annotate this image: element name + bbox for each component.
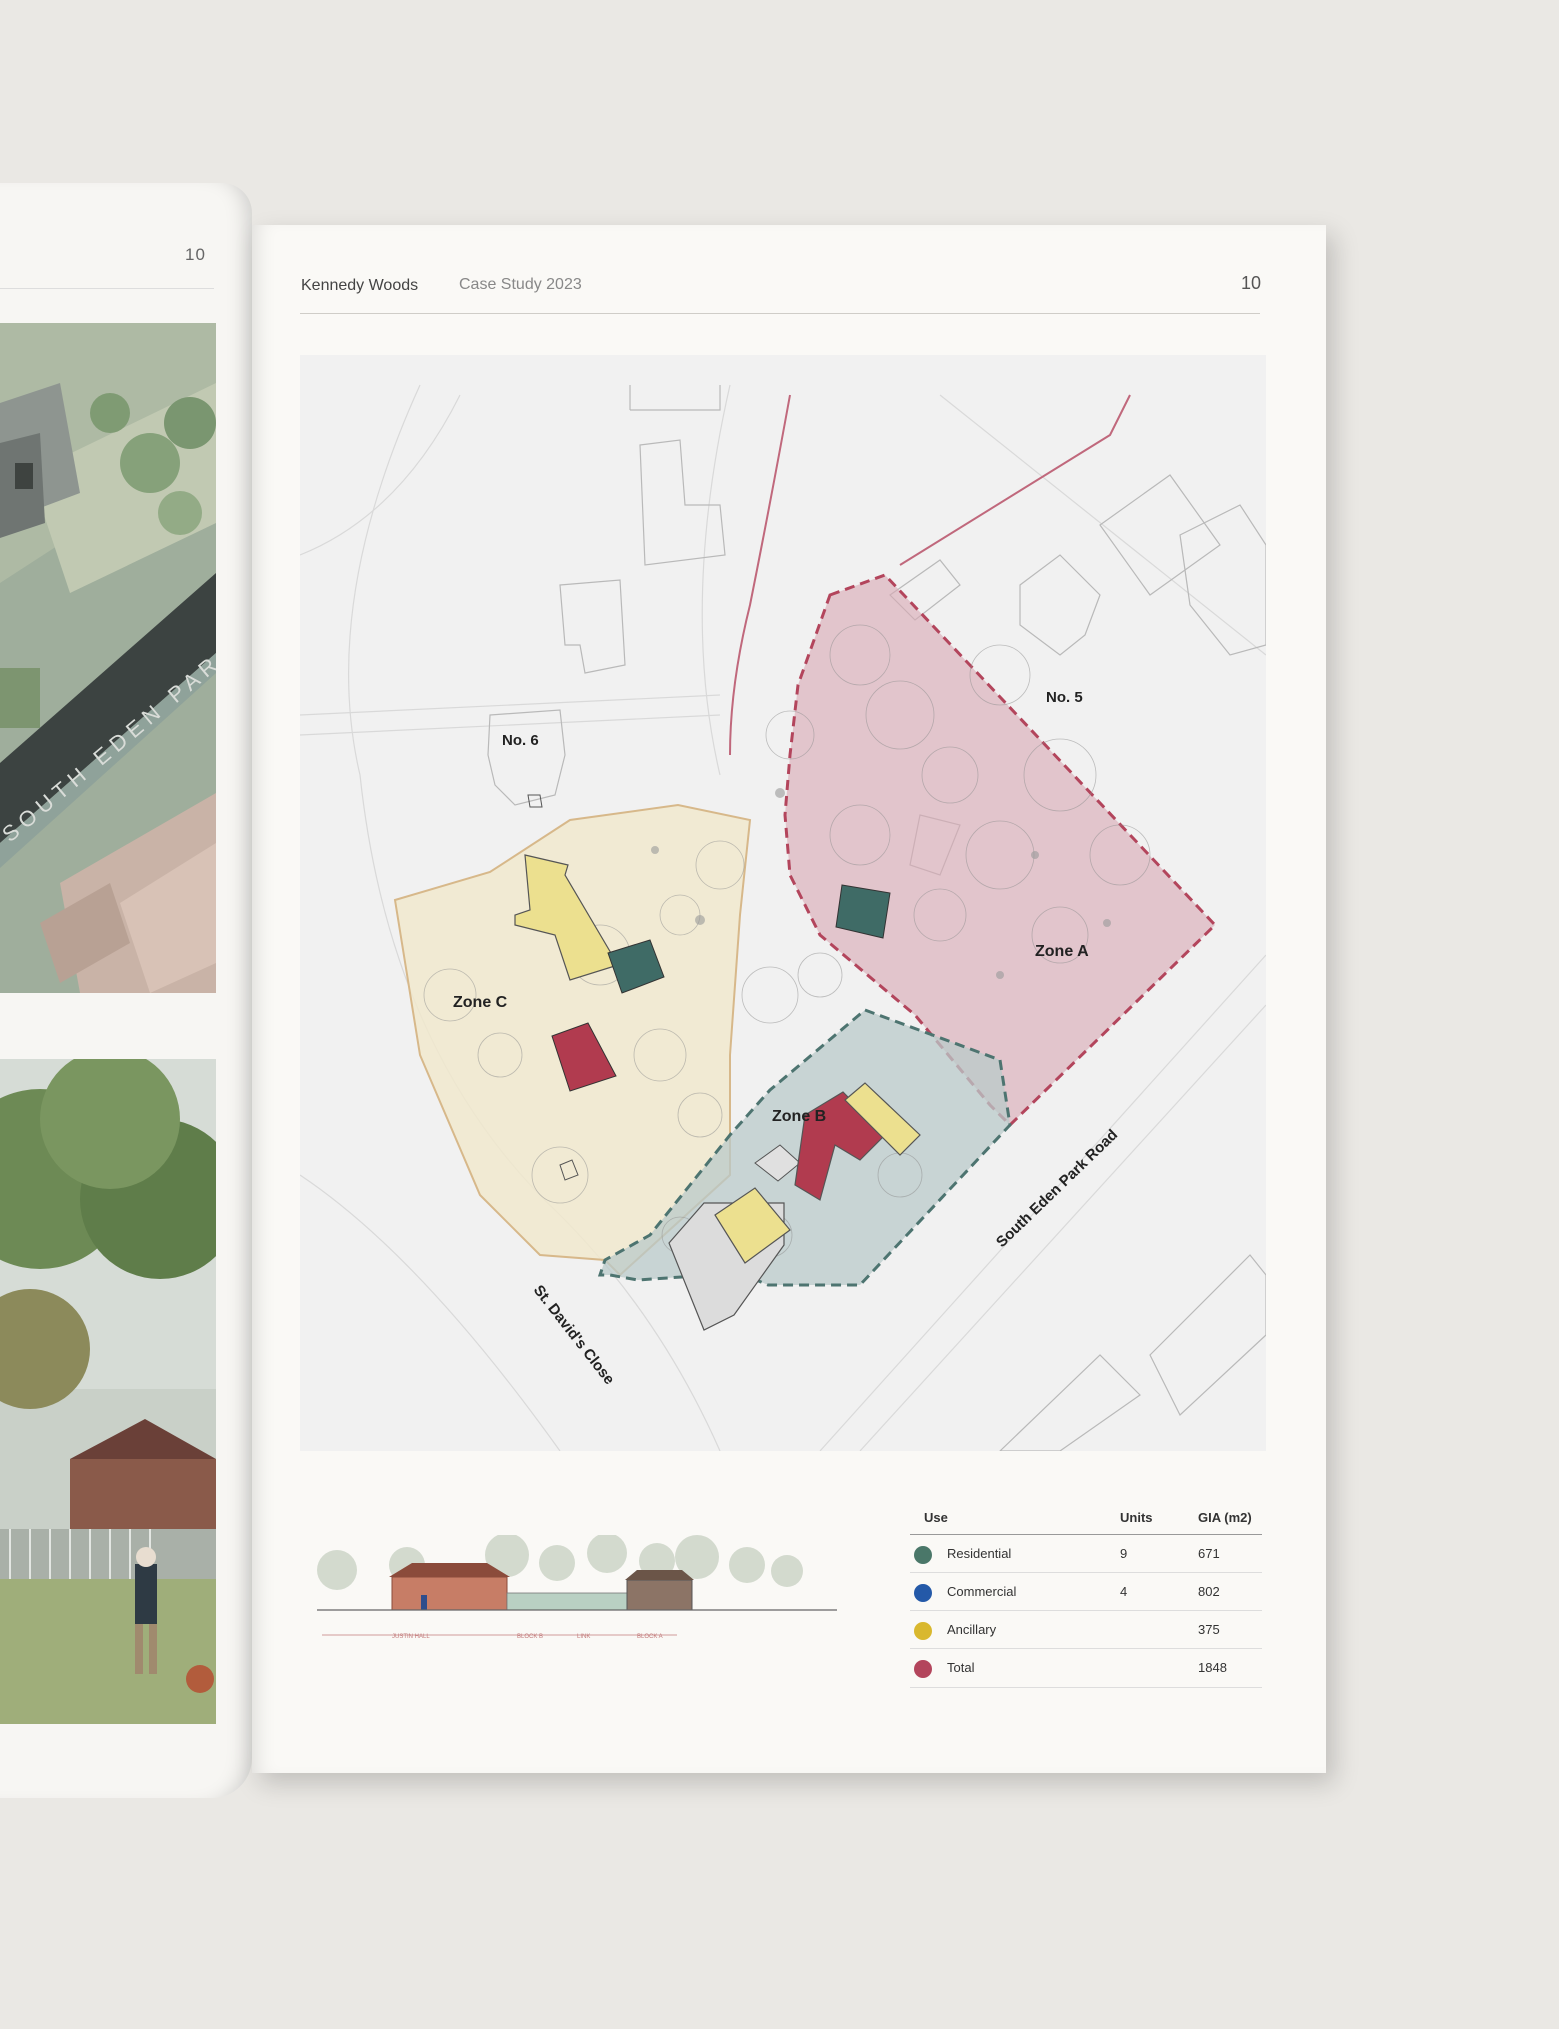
- total-color-dot: [914, 1660, 932, 1678]
- street-elevation-drawing: JUSTIN HALL BLOCK B LINK BLOCK A: [317, 1533, 837, 1645]
- header-page-number: 10: [1241, 273, 1262, 293]
- table-header-use: Use: [924, 1510, 948, 1525]
- label-no-6: No. 6: [502, 732, 539, 749]
- table-row-total: Total 1848: [910, 1648, 1262, 1688]
- row-use: Total: [947, 1660, 975, 1675]
- table-header-units: Units: [1120, 1510, 1153, 1525]
- label-zone-b: Zone B: [772, 1108, 826, 1125]
- row-gia: 375: [1198, 1622, 1220, 1637]
- elevation-justin-hall: [391, 1576, 508, 1611]
- header-rule: [300, 313, 1260, 314]
- site-boundary-east: [899, 394, 1131, 566]
- row-gia: 671: [1198, 1546, 1220, 1561]
- row-use: Residential: [947, 1546, 1012, 1561]
- table-row-commercial: Commercial 4 802: [910, 1572, 1262, 1611]
- table-row-residential: Residential 9 671: [910, 1534, 1262, 1573]
- ancillary-color-dot: [914, 1622, 932, 1640]
- label-no-5: No. 5: [1046, 689, 1083, 706]
- aerial-rendering-image: SOUTH EDEN PAR: [0, 323, 216, 993]
- site-plan-map: No. 6 No. 5 Zone A Zone B Zone C South E…: [300, 355, 1266, 1451]
- commercial-color-dot: [914, 1584, 932, 1602]
- row-units: 4: [1120, 1584, 1128, 1599]
- label-st-davids-close: St. David's Close: [530, 1282, 618, 1388]
- table-row-ancillary: Ancillary 375: [910, 1610, 1262, 1649]
- elevation-label-link: LINK: [577, 1634, 590, 1640]
- row-gia: 1848: [1198, 1660, 1227, 1675]
- elevation-label-block-a: BLOCK A: [637, 1634, 663, 1640]
- left-page: 10 SOUTH EDEN PAR: [0, 183, 252, 1798]
- elevation-label-justin-hall: JUSTIN HALL: [392, 1634, 430, 1640]
- elevation-block-a: [626, 1579, 693, 1611]
- header-company-name: Kennedy Woods: [301, 277, 419, 294]
- header-case-study: Case Study 2023: [459, 276, 582, 293]
- row-use: Commercial: [947, 1584, 1017, 1599]
- row-use: Ancillary: [947, 1622, 997, 1637]
- right-page: Kennedy Woods Case Study 2023 10 No. 6 N…: [252, 225, 1326, 1773]
- left-page-rule: [0, 288, 214, 289]
- row-gia: 802: [1198, 1584, 1220, 1599]
- site-boundary-north: [729, 394, 791, 756]
- row-units: 9: [1120, 1546, 1128, 1561]
- park-rendering-image: [0, 1059, 216, 1724]
- left-page-number: 10: [185, 245, 206, 264]
- table-header-gia: GIA (m2): [1198, 1510, 1252, 1525]
- label-zone-a: Zone A: [1035, 943, 1089, 960]
- elevation-label-block-b: BLOCK B: [517, 1634, 543, 1640]
- label-zone-c: Zone C: [453, 994, 508, 1011]
- residential-color-dot: [914, 1546, 932, 1564]
- label-south-eden-park-road: South Eden Park Road: [993, 1126, 1121, 1251]
- elevation-link: [506, 1592, 628, 1611]
